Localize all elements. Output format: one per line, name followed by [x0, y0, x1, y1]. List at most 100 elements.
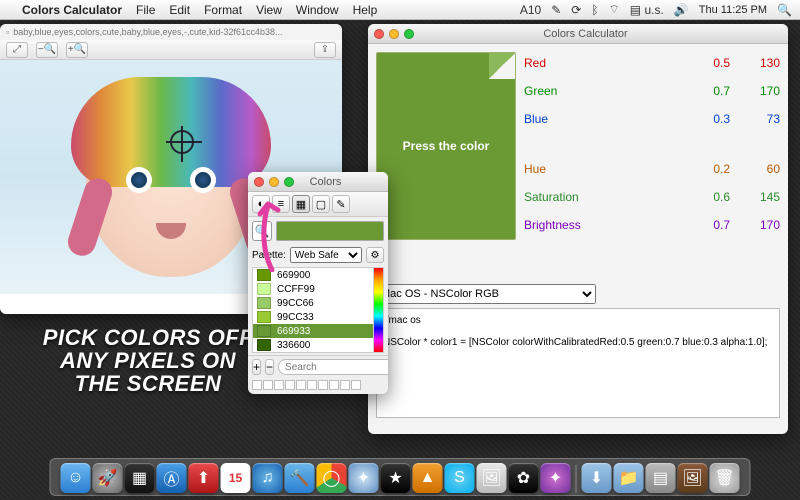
spotlight-icon[interactable]: 🔍 [777, 3, 792, 17]
close-button[interactable] [254, 177, 264, 187]
color-well[interactable] [296, 380, 306, 390]
dock: ☺🚀▦Ⓐ⬆15♫🔨◯✦★▲S🖼✿✦⬇📁▤🖼🗑 [50, 458, 751, 496]
code-format-select[interactable]: Mac OS - NSColor RGB [376, 284, 596, 304]
volume-menulet[interactable]: 🔊 [674, 3, 689, 17]
color-well[interactable] [263, 380, 273, 390]
swatch-row[interactable]: 669900 [253, 268, 373, 282]
code-output[interactable]: //mac os NSColor * color1 = [NSColor col… [376, 308, 780, 418]
swatch-row[interactable]: 336600 [253, 338, 373, 352]
eyedropper-button[interactable]: 🔍 [252, 221, 272, 241]
color-well[interactable] [329, 380, 339, 390]
color-pad-button[interactable]: Press the color [376, 52, 516, 240]
dock-app-stack-img[interactable]: 🖼 [678, 463, 708, 493]
dock-app-stack-1[interactable]: ▤ [646, 463, 676, 493]
dock-app-appstore[interactable]: Ⓐ [157, 463, 187, 493]
swatch-row[interactable]: 99CC66 [253, 296, 373, 310]
dock-app-chrome[interactable]: ◯ [317, 463, 347, 493]
component-float: 0.6 [680, 190, 730, 204]
menu-help[interactable]: Help [353, 3, 378, 17]
component-int: 145 [730, 190, 780, 204]
dock-app-downloads[interactable]: ⬇ [582, 463, 612, 493]
viewer-toolbar: ⤢ −🔍 +🔍 ⇪ [0, 40, 342, 60]
app-menu[interactable]: Colors Calculator [22, 3, 122, 17]
color-well[interactable] [285, 380, 295, 390]
palette-gear-button[interactable]: ⚙ [366, 247, 384, 263]
dock-app-activity[interactable]: ▦ [125, 463, 155, 493]
dock-app-imovie[interactable]: ★ [381, 463, 411, 493]
airport-menulet[interactable]: ⌔ [609, 2, 620, 17]
doc-filename: baby,blue,eyes,colors,cute,baby,blue,eye… [13, 27, 282, 37]
color-well[interactable] [252, 380, 262, 390]
adobe-menulet[interactable]: A10 [520, 3, 541, 17]
dock-app-vlc[interactable]: ▲ [413, 463, 443, 493]
dock-app-launchpad[interactable]: 🚀 [93, 463, 123, 493]
colors-calculator-window: Colors Calculator Press the color Red0.5… [368, 24, 788, 434]
swatch-row[interactable]: 669933 [253, 324, 373, 338]
menu-window[interactable]: Window [296, 3, 339, 17]
component-float: 0.5 [680, 56, 730, 70]
evernote-menulet[interactable]: ✎ [551, 3, 561, 17]
swatch-icon [257, 297, 271, 309]
component-label: Saturation [524, 190, 680, 204]
tab-sliders[interactable]: ≡ [272, 195, 290, 213]
dock-app-finder[interactable]: ☺ [61, 463, 91, 493]
component-float: 0.3 [680, 112, 730, 126]
tab-palettes[interactable]: ▦ [292, 195, 310, 213]
share-button[interactable]: ⇪ [314, 42, 336, 58]
dock-app-preview[interactable]: 🖼 [477, 463, 507, 493]
menu-file[interactable]: File [136, 3, 155, 17]
component-label: Blue [524, 112, 680, 126]
hue-bar[interactable] [373, 268, 383, 352]
swatch-row[interactable]: CCFF99 [253, 282, 373, 296]
color-well[interactable] [307, 380, 317, 390]
bluetooth-menulet[interactable]: ᛒ [591, 3, 598, 17]
dock-app-trash[interactable]: 🗑 [710, 463, 740, 493]
zoom-out-button[interactable]: −🔍 [36, 42, 58, 58]
dock-app-xcode[interactable]: 🔨 [285, 463, 315, 493]
swatch-icon [257, 325, 271, 337]
dock-app-calendar[interactable]: 15 [221, 463, 251, 493]
panel-title: Colors [269, 176, 382, 188]
menubar: Colors Calculator File Edit Format View … [0, 0, 800, 20]
dock-app-transmit[interactable]: ⬆ [189, 463, 219, 493]
swatch-hex: CCFF99 [277, 284, 315, 295]
swatch-hex: 99CC33 [277, 312, 314, 323]
menu-edit[interactable]: Edit [169, 3, 190, 17]
dock-app-pixelmator[interactable]: ✦ [541, 463, 571, 493]
dock-app-safari[interactable]: ✦ [349, 463, 379, 493]
color-well[interactable] [340, 380, 350, 390]
flag-menulet[interactable]: ▤ u.s. [630, 3, 664, 17]
dock-app-skype[interactable]: S [445, 463, 475, 493]
swatch-icon [257, 311, 271, 323]
component-label: Green [524, 84, 680, 98]
zoom-fit-button[interactable]: ⤢ [6, 42, 28, 58]
color-well[interactable] [274, 380, 284, 390]
window-path-bar: ▫ baby,blue,eyes,colors,cute,baby,blue,e… [0, 24, 342, 40]
remove-swatch-button[interactable]: − [265, 359, 274, 375]
swatch-search-input[interactable] [278, 359, 388, 375]
dock-app-documents[interactable]: 📁 [614, 463, 644, 493]
dock-app-itunes[interactable]: ♫ [253, 463, 283, 493]
dogear-icon [489, 53, 515, 79]
clock[interactable]: Thu 11:25 PM [699, 4, 767, 16]
zoom-in-button[interactable]: +🔍 [66, 42, 88, 58]
swatch-row[interactable]: 99CC33 [253, 310, 373, 324]
component-float: 0.7 [680, 218, 730, 232]
menu-format[interactable]: Format [204, 3, 242, 17]
window-title: Colors Calculator [389, 28, 782, 40]
menu-view[interactable]: View [256, 3, 282, 17]
tab-image[interactable]: ▢ [312, 195, 330, 213]
tab-crayons[interactable]: ✎ [332, 195, 350, 213]
color-well[interactable] [351, 380, 361, 390]
sync-menulet[interactable]: ⟳ [571, 3, 581, 17]
close-button[interactable] [374, 29, 384, 39]
dock-separator [576, 465, 577, 493]
palette-select[interactable]: Web Safe [290, 247, 362, 263]
component-label: Brightness [524, 218, 680, 232]
color-well[interactable] [318, 380, 328, 390]
dock-app-iphoto[interactable]: ✿ [509, 463, 539, 493]
add-swatch-button[interactable]: + [252, 359, 261, 375]
promo-caption: PICK COLORS OFF ANY PIXELS ON THE SCREEN [28, 326, 268, 395]
tab-wheel[interactable]: ◐ [252, 195, 270, 213]
current-color-swatch[interactable] [276, 221, 384, 241]
